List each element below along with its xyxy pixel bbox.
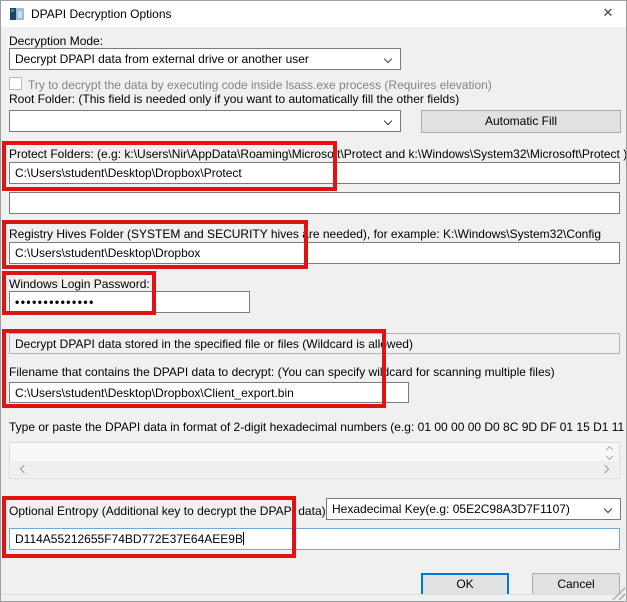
lsass-checkbox[interactable] [9, 77, 22, 90]
protect-folders-label: Protect Folders: (e.g: k:\Users\Nir\AppD… [9, 147, 627, 161]
ok-button[interactable]: OK [421, 573, 509, 596]
protect-folders-input-1[interactable]: C:\Users\student\Desktop\Dropbox\Protect [9, 162, 620, 184]
entropy-label: Optional Entropy (Additional key to decr… [9, 504, 329, 518]
chevron-down-icon [384, 55, 392, 63]
chevron-down-icon [604, 505, 612, 513]
scroll-down-icon [606, 453, 613, 460]
entropy-input[interactable]: D114A55212655F74BD772E37E64AEE9B [9, 528, 620, 550]
entropy-key-type-select[interactable]: Hexadecimal Key(e.g: 05E2C98A3D7F1107) [326, 498, 621, 520]
protect-folders-value-1: C:\Users\student\Desktop\Dropbox\Protect [15, 166, 242, 180]
scroll-right-icon [601, 465, 609, 473]
root-folder-select[interactable] [9, 110, 401, 132]
horizontal-scrollbar[interactable] [11, 461, 618, 477]
registry-hives-input[interactable]: C:\Users\student\Desktop\Dropbox [9, 242, 620, 264]
decrypt-source-select[interactable]: Decrypt DPAPI data stored in the specifi… [9, 333, 620, 354]
root-folder-label: Root Folder: (This field is needed only … [9, 92, 459, 106]
login-password-dots: •••••••••••••• [15, 295, 95, 309]
decryption-mode-value: Decrypt DPAPI data from external drive o… [15, 52, 309, 66]
decryption-mode-select[interactable]: Decrypt DPAPI data from external drive o… [9, 48, 401, 70]
close-icon[interactable]: ✕ [594, 3, 622, 23]
decrypt-source-value: Decrypt DPAPI data stored in the specifi… [15, 337, 413, 351]
login-password-label: Windows Login Password: [9, 277, 150, 291]
login-password-input[interactable]: •••••••••••••• [9, 291, 250, 313]
dpapi-decryption-options-dialog: DPAPI Decryption Options ✕ Decryption Mo… [0, 0, 627, 602]
entropy-value: D114A55212655F74BD772E37E64AEE9B [15, 532, 243, 546]
entropy-key-type-value: Hexadecimal Key(e.g: 05E2C98A3D7F1107) [332, 502, 570, 516]
text-caret [243, 532, 244, 545]
lsass-checkbox-label: Try to decrypt the data by executing cod… [28, 78, 492, 92]
title-bar: DPAPI Decryption Options ✕ [1, 1, 626, 27]
protect-folders-input-2[interactable] [9, 192, 620, 214]
filename-input[interactable]: C:\Users\student\Desktop\Dropbox\Client_… [9, 382, 409, 403]
registry-hives-label: Registry Hives Folder (SYSTEM and SECURI… [9, 227, 601, 241]
status-strip [1, 594, 626, 601]
chevron-down-icon [384, 117, 392, 125]
hex-data-label: Type or paste the DPAPI data in format o… [9, 420, 627, 434]
window-title: DPAPI Decryption Options [31, 7, 172, 21]
decryption-mode-label: Decryption Mode: [9, 34, 103, 48]
hex-data-textarea[interactable] [9, 442, 620, 479]
cancel-button[interactable]: Cancel [532, 573, 620, 596]
automatic-fill-button[interactable]: Automatic Fill [421, 110, 621, 133]
vertical-spinner[interactable] [604, 445, 616, 461]
filename-label: Filename that contains the DPAPI data to… [9, 365, 555, 379]
filename-value: C:\Users\student\Desktop\Dropbox\Client_… [15, 386, 294, 400]
registry-hives-value: C:\Users\student\Desktop\Dropbox [15, 246, 200, 260]
scroll-left-icon [20, 465, 28, 473]
app-icon [10, 7, 24, 21]
